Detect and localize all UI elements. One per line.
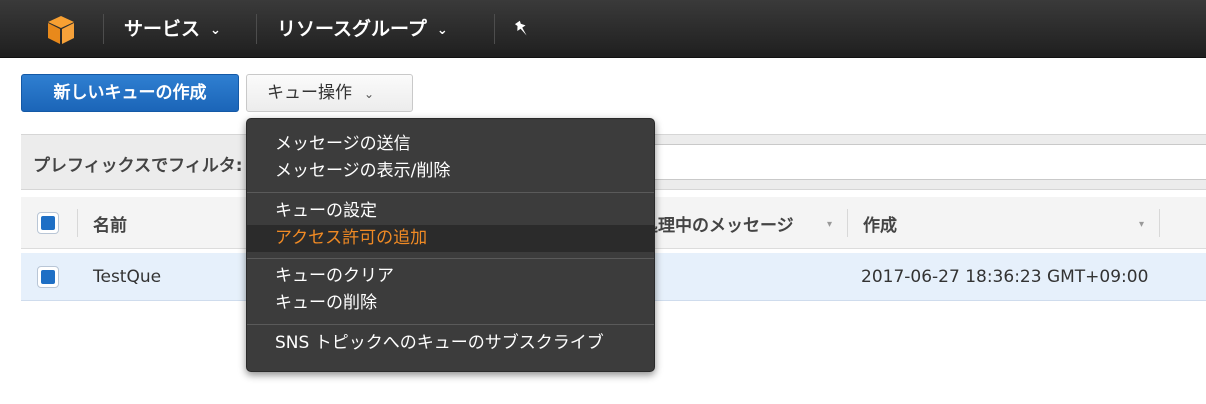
resource-groups-menu[interactable]: リソースグループ ⌄ — [277, 15, 448, 43]
services-menu[interactable]: サービス ⌄ — [124, 15, 221, 43]
menu-item-delete-queue[interactable]: キューの削除 — [247, 290, 654, 317]
menu-item-subscribe-sns[interactable]: SNS トピックへのキューのサブスクライブ — [247, 330, 654, 357]
resource-groups-label: リソースグループ — [277, 18, 427, 40]
nav-separator — [103, 14, 104, 44]
create-queue-button[interactable]: 新しいキューの作成 — [21, 74, 239, 112]
services-label: サービス — [124, 18, 201, 40]
menu-item-configure-queue[interactable]: キューの設定 — [247, 198, 654, 225]
row-checkbox[interactable] — [37, 266, 59, 288]
select-all-checkbox[interactable] — [37, 212, 59, 234]
column-separator — [77, 209, 78, 237]
menu-item-purge-queue[interactable]: キューのクリア — [247, 263, 654, 290]
menu-item-add-permission[interactable]: アクセス許可の追加 — [247, 225, 654, 252]
menu-item-view-delete-messages[interactable]: メッセージの表示/削除 — [247, 158, 654, 185]
top-navigation-bar: サービス ⌄ リソースグループ ⌄ — [0, 0, 1206, 58]
nav-separator — [494, 14, 495, 44]
menu-divider — [247, 192, 654, 193]
pin-icon[interactable] — [512, 19, 532, 39]
menu-divider — [247, 324, 654, 325]
sort-arrow-icon[interactable]: ▾ — [827, 219, 832, 230]
chevron-down-icon: ⌄ — [436, 23, 448, 38]
sort-arrow-icon[interactable]: ▾ — [1139, 219, 1144, 230]
column-separator — [1159, 209, 1160, 237]
queue-actions-label: キュー操作 — [267, 83, 352, 103]
created-cell: 2017-06-27 18:36:23 GMT+09:00 — [861, 267, 1149, 287]
queue-actions-menu: メッセージの送信 メッセージの表示/削除 キューの設定 アクセス許可の追加 キュ… — [246, 118, 655, 372]
nav-separator — [256, 14, 257, 44]
queue-name-cell: TestQue — [93, 267, 162, 287]
column-header-created[interactable]: 作成 — [863, 211, 897, 236]
filter-input[interactable] — [651, 144, 1206, 180]
column-separator — [847, 209, 848, 237]
filter-label: プレフィックスでフィルタ: — [33, 156, 243, 176]
menu-item-send-message[interactable]: メッセージの送信 — [247, 131, 654, 158]
menu-divider — [247, 258, 654, 259]
chevron-down-icon: ⌄ — [210, 23, 221, 38]
chevron-down-icon: ⌄ — [364, 87, 375, 101]
column-header-name[interactable]: 名前 — [93, 211, 127, 236]
aws-cube-icon[interactable] — [45, 14, 77, 46]
column-header-in-flight[interactable]: 処理中のメッセージ — [641, 211, 794, 236]
queue-actions-button[interactable]: キュー操作 ⌄ — [246, 74, 413, 112]
